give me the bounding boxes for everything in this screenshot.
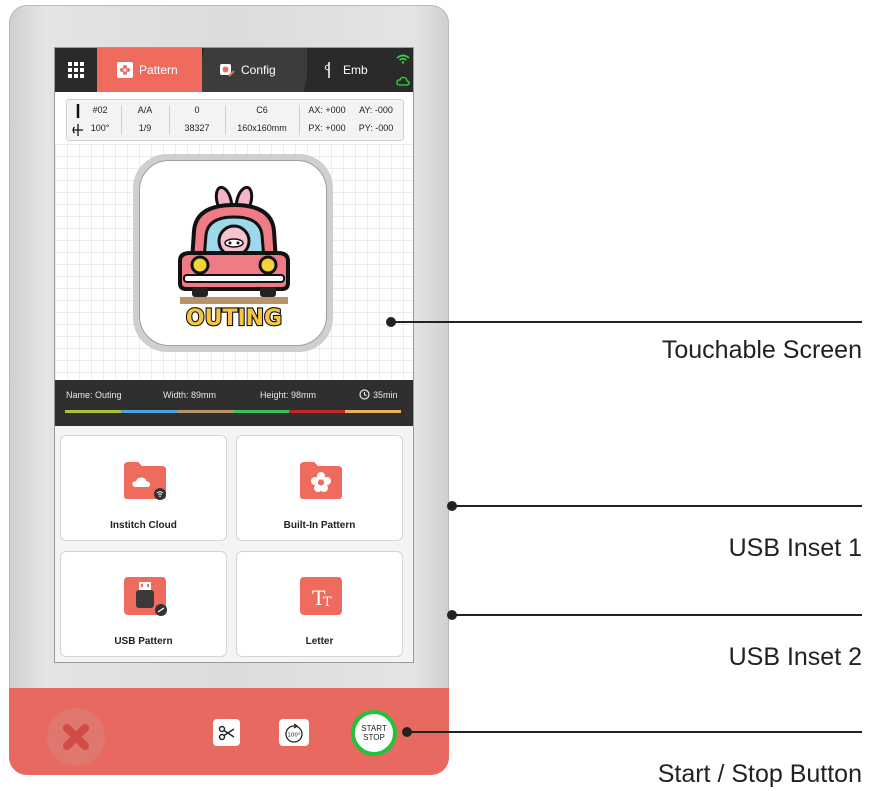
wifi-icon <box>396 54 410 64</box>
thread-color-segment <box>345 410 401 413</box>
device-control-strip: 100° START STOP <box>9 688 449 775</box>
tile-label: USB Pattern <box>114 636 173 647</box>
callout-line-usb2 <box>452 614 862 616</box>
usb-drive-icon <box>124 577 167 616</box>
scissors-icon <box>218 725 234 740</box>
callout-start-stop-button: Start / Stop Button <box>657 760 862 788</box>
color-code: C6 <box>256 105 268 115</box>
source-tiles: Institch Cloud Built-In Pattern USB Patt… <box>55 426 413 662</box>
callout-touchable-screen: Touchable Screen <box>661 336 862 364</box>
stitch-count-bottom: 38327 <box>184 123 210 133</box>
top-nav-bar: Config Emb Pattern <box>55 48 413 92</box>
divider <box>121 105 122 135</box>
thread-color-segment <box>233 410 289 413</box>
callout-usb-inset-1: USB Inset 1 <box>728 534 862 562</box>
thread-color-segment <box>121 410 177 413</box>
grid-icon <box>68 62 84 78</box>
tile-label: Built-In Pattern <box>283 520 356 531</box>
start-stop-button[interactable]: START STOP <box>351 710 397 756</box>
design-info-bar: Name: Outing Width: 89mm Height: 98mm 35… <box>55 380 413 426</box>
design-time: 35min <box>373 390 398 400</box>
hoop-size: 160x160mm <box>237 123 287 133</box>
thread-color-bar <box>65 410 401 413</box>
config-icon <box>219 62 235 78</box>
stop-label: STOP <box>363 733 385 742</box>
needle-status-icon <box>72 104 83 136</box>
callout-usb-inset-2: USB Inset 2 <box>728 643 862 671</box>
tile-institch-cloud[interactable]: Institch Cloud <box>60 435 227 541</box>
tab-pattern[interactable]: Pattern <box>97 48 202 92</box>
cloud-icon <box>396 76 410 86</box>
touch-screen[interactable]: Config Emb Pattern #02 100° A/A 1/9 0 38… <box>54 47 414 663</box>
tab-config[interactable]: Config <box>195 48 313 92</box>
needle-number: #02 <box>92 105 108 115</box>
thread-color-segment <box>177 410 233 413</box>
design-text: OUTING <box>186 306 282 331</box>
tile-usb-pattern[interactable]: USB Pattern <box>60 551 227 657</box>
flower-folder-icon <box>300 462 342 499</box>
design-width: Width: 89mm <box>163 390 217 400</box>
py-value: PY: -000 <box>358 123 394 133</box>
rotate-label: 100° <box>287 732 300 738</box>
device-body: Config Emb Pattern #02 100° A/A 1/9 0 38… <box>9 5 449 775</box>
app-grid-button[interactable] <box>55 48 97 92</box>
tab-config-label: Config <box>241 63 276 77</box>
divider <box>169 105 170 135</box>
callout-line-usb1 <box>452 505 862 507</box>
divider <box>225 105 226 135</box>
hoop-frame: OUTING <box>133 154 333 352</box>
car-design-image: OUTING <box>178 185 290 332</box>
cloud-folder-icon <box>124 462 166 500</box>
tile-letter[interactable]: T T Letter <box>236 551 403 657</box>
thread-color-segment <box>289 410 345 413</box>
machine-status-panel: #02 100° A/A 1/9 0 38327 C6 160x160mm AX… <box>66 99 404 141</box>
stitch-count-top: 0 <box>194 105 200 115</box>
close-icon <box>63 724 89 750</box>
clock-icon <box>359 389 370 402</box>
tile-label: Institch Cloud <box>110 520 177 531</box>
thread-cut-button[interactable] <box>213 719 240 746</box>
callout-line-start-stop <box>407 731 862 733</box>
design-canvas[interactable]: OUTING <box>55 144 413 380</box>
tile-built-in-pattern[interactable]: Built-In Pattern <box>236 435 403 541</box>
letter-icon: T T <box>300 577 342 615</box>
cancel-button[interactable] <box>47 708 105 766</box>
ratio-bottom: 1/9 <box>138 123 152 133</box>
ratio-top: A/A <box>137 105 153 115</box>
rotate-button[interactable]: 100° <box>279 719 309 746</box>
divider <box>299 105 300 135</box>
tab-emb-label: Emb <box>343 63 368 77</box>
px-value: PX: +000 <box>308 123 346 133</box>
ay-value: AY: -000 <box>359 105 393 115</box>
tab-emb[interactable]: Emb <box>307 48 393 92</box>
needle-angle: 100° <box>90 123 110 133</box>
design-preview: OUTING <box>139 160 327 346</box>
rotate-icon: 100° <box>285 722 303 743</box>
needle-icon <box>321 62 337 78</box>
status-strip <box>393 48 413 92</box>
design-name: Name: Outing <box>66 390 122 400</box>
thread-color-segment <box>65 410 121 413</box>
design-height: Height: 98mm <box>260 390 317 400</box>
svg-text:T: T <box>323 595 332 610</box>
tab-pattern-label: Pattern <box>139 63 178 77</box>
pattern-icon <box>117 62 133 78</box>
callout-line-screen <box>391 321 862 323</box>
start-label: START <box>361 724 387 733</box>
tile-label: Letter <box>305 636 334 647</box>
ax-value: AX: +000 <box>308 105 346 115</box>
